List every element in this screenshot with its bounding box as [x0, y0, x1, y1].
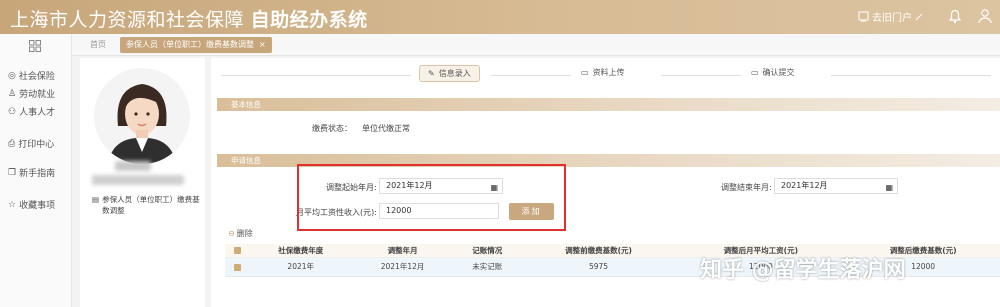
social-insurance-icon: ◎: [8, 70, 16, 81]
step-divider: [831, 75, 991, 76]
end-month-picker[interactable]: 2021年12月 ▦: [774, 178, 898, 194]
old-portal-link[interactable]: 去旧门户: [858, 9, 923, 24]
delete-button[interactable]: ⊖ 删除: [228, 228, 253, 239]
cell-record: 未实记账: [452, 257, 522, 277]
step-label: 确认提交: [762, 68, 795, 77]
app-title-prefix: 上海市人力资源和社会保障: [10, 9, 245, 31]
old-portal-label: 去旧门户: [872, 13, 912, 24]
profile-card: ▤ 参保人员（单位职工）缴费基数调整: [80, 58, 205, 307]
select-all-checkbox[interactable]: [233, 247, 241, 255]
edit-icon: [915, 13, 923, 20]
sidebar-item-label: 社会保险: [18, 72, 55, 82]
row-checkbox[interactable]: [233, 263, 241, 271]
sidebar-item-talent[interactable]: ⚇ 人事人才: [8, 105, 56, 119]
end-month-value: 2021年12月: [781, 181, 828, 190]
col-year: 社保缴费年度: [249, 244, 353, 258]
edit-form-icon: ✎: [428, 69, 435, 78]
person-type-label: 参保人员（单位职工）缴费基数调整: [102, 195, 200, 215]
blurred-name: [115, 161, 151, 171]
check-doc-icon: ▭: [751, 68, 759, 77]
close-icon[interactable]: ×: [259, 40, 266, 49]
payment-status-value: 单位代缴正常: [362, 124, 410, 133]
section-basic-info: 基本信息: [217, 98, 1000, 111]
sidebar-item-label: 打印中心: [18, 140, 55, 150]
cell-base-before: 5975: [521, 257, 676, 277]
star-icon: ☆: [8, 199, 17, 210]
sidebar-item-label: 劳动就业: [19, 90, 56, 100]
avatar-illustration: [108, 84, 176, 164]
tab-active[interactable]: 参保人员（单位职工）缴费基数调整 ×: [120, 37, 272, 53]
step-divider: [491, 75, 571, 76]
printer-icon: ⎙: [8, 138, 16, 149]
watermark-text: 知乎 @留学生落沪网: [700, 258, 906, 283]
app-title: 上海市人力资源和社会保障 自助经办系统: [10, 5, 368, 32]
sidebar-item-label: 人事人才: [19, 108, 56, 118]
step-label: 信息录入: [438, 69, 471, 78]
sidebar-item-guide[interactable]: ❐ 新手指南: [8, 166, 56, 180]
tab-active-label: 参保人员（单位职工）缴费基数调整: [126, 40, 254, 49]
sidebar: ◎ 社会保险 ♙ 劳动就业 ⚇ 人事人才 ⎙ 打印中心 ❐ 新手指南 ☆ 收藏事项: [0, 34, 72, 307]
user-icon[interactable]: [976, 7, 994, 25]
payment-status-label: 缴费状态：: [312, 124, 352, 133]
talent-icon: ⚇: [8, 106, 17, 117]
tab-home[interactable]: 首页: [90, 39, 106, 50]
end-month-label: 调整结束年月:: [721, 183, 772, 192]
step-divider: [661, 75, 741, 76]
step-upload: ▭ 资料上传: [581, 67, 625, 78]
sidebar-item-label: 新手指南: [19, 169, 56, 179]
guide-icon: ❐: [8, 167, 17, 178]
cell-year: 2021年: [249, 257, 353, 277]
portal-icon: [858, 11, 869, 22]
step-label: 资料上传: [592, 68, 625, 77]
sidebar-item-favorites[interactable]: ☆ 收藏事项: [8, 198, 56, 212]
step-indicator: ✎ 信息录入 ▭ 资料上传 ▭ 确认提交: [211, 58, 1000, 92]
step-divider: [221, 75, 411, 76]
id-card-icon: ▤: [92, 195, 100, 204]
sidebar-item-employment[interactable]: ♙ 劳动就业: [8, 87, 56, 101]
step-info-entry[interactable]: ✎ 信息录入: [419, 65, 480, 82]
tabs-bar: 首页 参保人员（单位职工）缴费基数调整 ×: [72, 34, 1000, 56]
cell-month: 2021年12月: [352, 257, 453, 277]
employment-icon: ♙: [8, 88, 17, 99]
file-icon: ▭: [581, 68, 589, 77]
col-record: 记账情况: [452, 244, 522, 258]
step-confirm: ▭ 确认提交: [751, 67, 795, 78]
avatar: [94, 68, 190, 164]
sidebar-item-label: 收藏事项: [19, 201, 56, 211]
col-month: 调整年月: [352, 244, 453, 258]
bell-icon[interactable]: [946, 7, 964, 25]
person-type: ▤ 参保人员（单位职工）缴费基数调整: [92, 194, 202, 216]
col-base-before: 调整前缴费基数(元): [521, 244, 676, 258]
grid-menu-icon[interactable]: [29, 40, 41, 52]
calendar-icon[interactable]: ▦: [885, 181, 893, 195]
blurred-id: [92, 175, 184, 185]
app-header: 上海市人力资源和社会保障 自助经办系统 去旧门户: [0, 0, 1000, 34]
app-title-bold: 自助经办系统: [250, 9, 368, 31]
sidebar-item-social-insurance[interactable]: ◎ 社会保险: [8, 69, 55, 83]
delete-label: 删除: [236, 229, 253, 238]
sidebar-item-print[interactable]: ⎙ 打印中心: [8, 137, 55, 151]
minus-circle-icon: ⊖: [228, 229, 235, 238]
highlight-box: [297, 164, 566, 231]
